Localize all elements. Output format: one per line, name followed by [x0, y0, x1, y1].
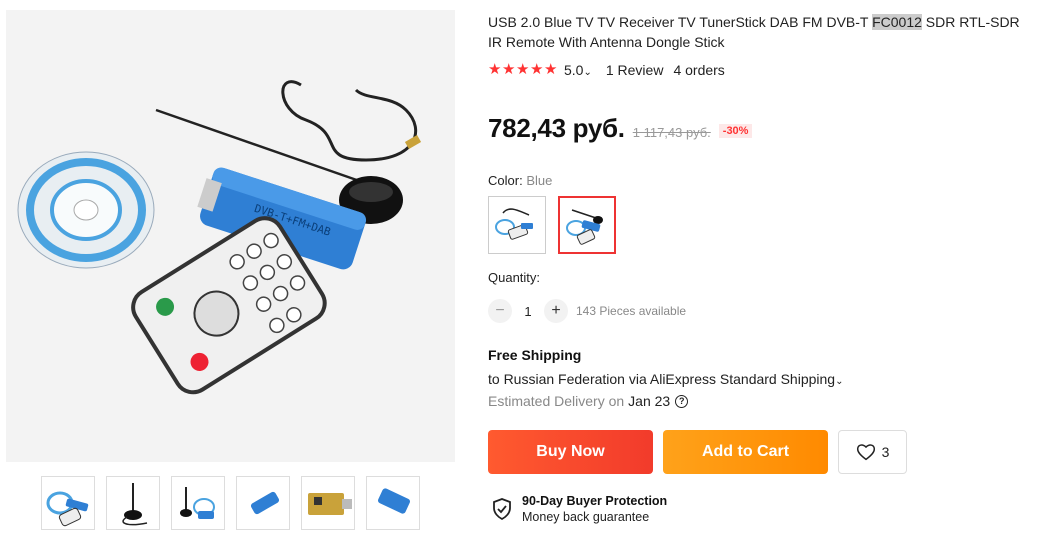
buyer-protection: 90-Day Buyer Protection Money back guara…: [492, 493, 667, 525]
quantity-increase-button[interactable]: +: [544, 299, 568, 323]
thumbnail-1[interactable]: [41, 476, 95, 530]
available-pieces: 143 Pieces available: [576, 304, 687, 318]
product-title-highlight: FC0012: [872, 14, 922, 30]
rating-score[interactable]: 5.0⌄: [564, 62, 592, 78]
heart-icon: [856, 444, 875, 461]
color-label: Color: Blue: [488, 173, 552, 188]
star-icon: ★: [502, 61, 516, 78]
color-value: Blue: [526, 173, 553, 188]
star-icon: ★: [516, 61, 530, 78]
star-icon: ★: [530, 61, 544, 78]
discount-badge: -30%: [718, 124, 753, 138]
wishlist-count: 3: [881, 444, 890, 460]
thumbnail-6[interactable]: [366, 476, 420, 530]
color-swatch-2-selected[interactable]: [558, 196, 616, 254]
quantity-stepper: − 1 + 143 Pieces available: [488, 299, 686, 323]
quantity-decrease-button[interactable]: −: [488, 299, 512, 323]
shield-check-icon: [493, 498, 511, 520]
chevron-down-icon: ⌄: [583, 67, 592, 78]
buy-now-button[interactable]: Buy Now: [488, 430, 653, 474]
thumbnail-strip: [41, 476, 421, 530]
buyer-protection-subtitle: Money back guarantee: [522, 510, 650, 524]
product-photo-illustration: DVB-T+FM+DAB: [17, 80, 422, 395]
buyer-protection-text: 90-Day Buyer Protection Money back guara…: [522, 493, 667, 525]
thumbnail-5[interactable]: [301, 476, 355, 530]
price-row: 782,43 руб. 1 117,43 руб. -30%: [488, 113, 753, 144]
color-swatch-1[interactable]: [488, 196, 546, 254]
help-icon[interactable]: ?: [675, 394, 689, 408]
color-label-text: Color:: [488, 173, 523, 188]
star-icon: ★: [488, 61, 502, 78]
original-price: 1 117,43 руб.: [632, 125, 711, 140]
wishlist-button[interactable]: 3: [838, 430, 907, 474]
estimated-delivery-date: Jan 23: [628, 393, 671, 409]
current-price: 782,43 руб.: [488, 113, 625, 143]
thumbnail-2[interactable]: [106, 476, 160, 530]
chevron-down-icon: ⌄: [835, 376, 844, 387]
reviews-link[interactable]: 1 Review: [606, 62, 664, 78]
shipping-destination-text: to Russian Federation via AliExpress Sta…: [488, 371, 836, 387]
orders-count: 4 orders: [673, 62, 725, 78]
estimated-delivery-label: Estimated Delivery on: [488, 393, 625, 409]
rating-row: ★ ★ ★ ★ ★ 5.0⌄ 1 Review 4 orders: [488, 60, 725, 80]
shipping-destination[interactable]: to Russian Federation via AliExpress Sta…: [488, 371, 843, 387]
quantity-input[interactable]: 1: [512, 304, 544, 319]
rating-score-value: 5.0: [564, 62, 584, 78]
quantity-label: Quantity:: [488, 270, 541, 285]
add-to-cart-button[interactable]: Add to Cart: [663, 430, 828, 474]
shipping-title: Free Shipping: [488, 347, 582, 363]
star-icon: ★: [544, 61, 558, 78]
product-title: USB 2.0 Blue TV TV Receiver TV TunerStic…: [488, 12, 1036, 52]
rating-stars: ★ ★ ★ ★ ★: [488, 62, 558, 78]
buyer-protection-title: 90-Day Buyer Protection: [522, 494, 668, 508]
thumbnail-4[interactable]: [236, 476, 290, 530]
thumbnail-3[interactable]: [171, 476, 225, 530]
estimated-delivery: Estimated Delivery on Jan 23 ?: [488, 393, 689, 409]
product-title-part: USB 2.0 Blue TV TV Receiver TV TunerStic…: [488, 14, 873, 30]
main-product-image[interactable]: DVB-T+FM+DAB: [6, 10, 455, 462]
